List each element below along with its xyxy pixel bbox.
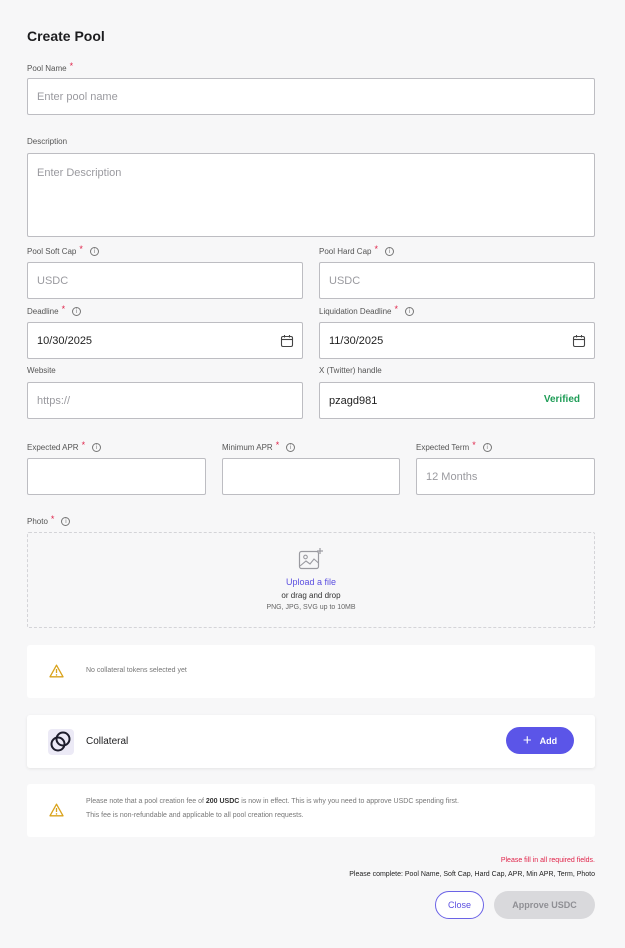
- required-mark: *: [69, 61, 74, 71]
- create-pool-page: Create Pool Pool Name * Enter pool name D…: [0, 0, 625, 948]
- file-types-hint: PNG, JPG, SVG up to 10MB: [266, 604, 356, 611]
- minimum-apr-label: Minimum APR * i: [222, 440, 296, 452]
- fee-notice-line-2: This fee is non-refundable and applicabl…: [86, 812, 304, 819]
- description-label: Description: [27, 137, 68, 146]
- website-label: Website: [27, 366, 56, 375]
- expected-term-input[interactable]: 12 Months: [416, 458, 595, 495]
- collateral-title: Collateral: [86, 736, 129, 747]
- info-icon[interactable]: i: [405, 306, 415, 316]
- warning-icon: [49, 803, 64, 817]
- info-icon[interactable]: i: [72, 306, 82, 316]
- upload-file-link[interactable]: Upload a file: [286, 577, 336, 587]
- info-icon[interactable]: i: [286, 442, 296, 452]
- collateral-card: Collateral + Add: [27, 715, 595, 768]
- collateral-warning-card: No collateral tokens selected yet: [27, 645, 595, 698]
- close-button[interactable]: Close: [435, 891, 484, 919]
- collateral-rings-icon: [50, 731, 71, 752]
- twitter-label: X (Twitter) handle: [319, 366, 382, 375]
- image-add-icon: [298, 548, 323, 570]
- fee-amount: 200 USDC: [205, 798, 240, 805]
- photo-label: Photo * i: [27, 514, 71, 526]
- page-title: Create Pool: [27, 28, 105, 44]
- validation-missing-fields: Please complete: Pool Name, Soft Cap, Ha…: [349, 871, 595, 878]
- pool-name-label: Pool Name *: [27, 61, 74, 73]
- photo-dropzone[interactable]: Upload a file or drag and drop PNG, JPG,…: [27, 532, 595, 628]
- drag-drop-text: or drag and drop: [281, 591, 341, 600]
- collateral-logo: [48, 729, 74, 755]
- deadline-label: Deadline * i: [27, 304, 82, 316]
- website-input[interactable]: https://: [27, 382, 303, 419]
- info-icon[interactable]: i: [92, 442, 102, 452]
- expected-apr-input[interactable]: [27, 458, 206, 495]
- validation-error: Please fill in all required fields.: [500, 857, 595, 864]
- fee-notice-card: Please note that a pool creation fee of …: [27, 784, 595, 837]
- info-icon[interactable]: i: [385, 246, 394, 256]
- approve-usdc-button[interactable]: Approve USDC: [494, 891, 595, 919]
- hard-cap-label: Pool Hard Cap * i: [319, 244, 394, 256]
- minimum-apr-input[interactable]: [222, 458, 400, 495]
- liquidation-deadline-label: Liquidation Deadline * i: [319, 304, 415, 316]
- add-collateral-button[interactable]: + Add: [506, 727, 574, 754]
- info-icon[interactable]: i: [89, 246, 99, 256]
- soft-cap-label: Pool Soft Cap * i: [27, 244, 99, 256]
- warning-icon: [49, 664, 64, 678]
- calendar-icon[interactable]: [280, 334, 294, 348]
- pool-name-input[interactable]: Enter pool name: [27, 78, 595, 115]
- description-textarea[interactable]: Enter Description: [27, 153, 595, 237]
- info-icon[interactable]: i: [61, 516, 71, 526]
- twitter-handle-input[interactable]: pzagd981 Verified: [319, 382, 595, 419]
- collateral-warning-text: No collateral tokens selected yet: [86, 667, 187, 674]
- plus-icon: +: [522, 732, 532, 749]
- expected-term-label: Expected Term * i: [416, 440, 492, 452]
- info-icon[interactable]: i: [482, 442, 492, 452]
- liquidation-deadline-input[interactable]: 11/30/2025: [319, 322, 595, 359]
- expected-apr-label: Expected APR * i: [27, 440, 102, 452]
- fee-notice-line-1: Please note that a pool creation fee of …: [86, 798, 459, 805]
- hard-cap-input[interactable]: USDC: [319, 262, 595, 299]
- deadline-date-input[interactable]: 10/30/2025: [27, 322, 303, 359]
- calendar-icon[interactable]: [572, 334, 586, 348]
- soft-cap-input[interactable]: USDC: [27, 262, 303, 299]
- verified-badge: Verified: [543, 394, 580, 405]
